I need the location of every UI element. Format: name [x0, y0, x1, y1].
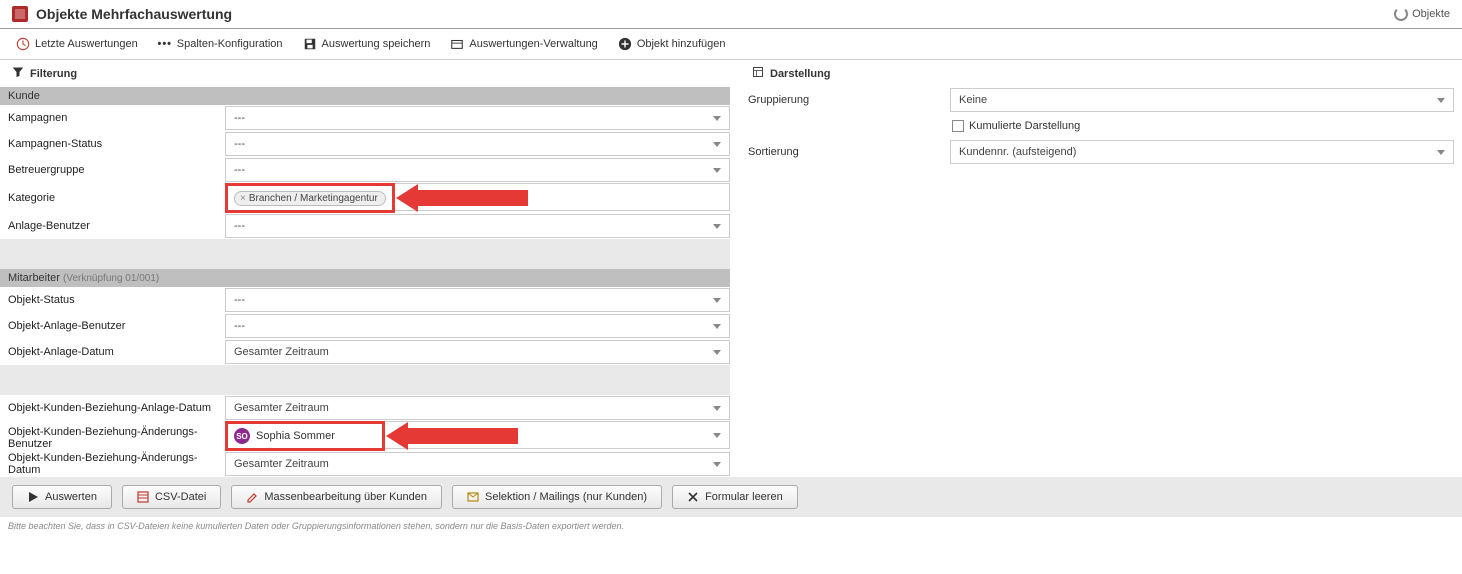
group-kunde: Kunde [0, 87, 730, 105]
label-okb-aenderungs-benutzer: Objekt-Kunden-Beziehung-Änderungs-Benutz… [0, 421, 225, 450]
select-objekt-anlage-benutzer[interactable]: --- [225, 314, 730, 338]
close-icon [687, 491, 699, 503]
refresh-icon [1394, 7, 1408, 21]
user-value: Sophia Sommer [256, 430, 335, 442]
annotation-arrow [386, 422, 518, 450]
btn-selektion[interactable]: Selektion / Mailings (nur Kunden) [452, 485, 662, 509]
label-anlage-benutzer: Anlage-Benutzer [0, 220, 225, 232]
label-objekt-anlage-benutzer: Objekt-Anlage-Benutzer [0, 320, 225, 332]
breadcrumb-label: Objekte [1412, 8, 1450, 20]
plus-circle-icon [618, 37, 632, 51]
label-kampagnen-status: Kampagnen-Status [0, 138, 225, 150]
label-objekt-status: Objekt-Status [0, 294, 225, 306]
spacer [0, 239, 730, 269]
filtering-header: Filterung [0, 60, 730, 87]
label-okb-aenderungs-datum: Objekt-Kunden-Beziehung-Änderungs-Datum [0, 452, 225, 476]
manage-icon [450, 37, 464, 51]
footer-note: Bitte beachten Sie, dass in CSV-Dateien … [0, 517, 1462, 535]
label-kampagnen: Kampagnen [0, 112, 225, 124]
select-anlage-benutzer[interactable]: --- [225, 214, 730, 238]
highlight-kategorie: × Branchen / Marketingagentur [225, 183, 395, 213]
tagbox-kategorie[interactable]: × Branchen / Marketingagentur [230, 188, 390, 208]
toolbar: Letzte Auswertungen ••• Spalten-Konfigur… [0, 29, 1462, 60]
checkbox-kumuliert[interactable] [952, 120, 964, 132]
page-header: Objekte Mehrfachauswertung Objekte [0, 0, 1462, 29]
annotation-arrow [396, 184, 528, 212]
label-kumuliert: Kumulierte Darstellung [969, 120, 1080, 132]
btn-massen[interactable]: Massenbearbeitung über Kunden [231, 485, 442, 509]
select-okb-aenderungs-datum[interactable]: Gesamter Zeitraum [225, 452, 730, 476]
dots-icon: ••• [158, 37, 172, 51]
filter-icon [12, 66, 24, 81]
page-title: Objekte Mehrfachauswertung [36, 6, 232, 22]
select-objekt-anlage-datum[interactable]: Gesamter Zeitraum [225, 340, 730, 364]
select-sortierung[interactable]: Kundennr. (aufsteigend) [950, 140, 1454, 164]
label-betreuergruppe: Betreuergruppe [0, 164, 225, 176]
toolbar-add[interactable]: Objekt hinzufügen [618, 37, 726, 51]
toolbar-recent[interactable]: Letzte Auswertungen [16, 37, 138, 51]
label-sortierung: Sortierung [740, 146, 950, 158]
edit-icon [246, 491, 258, 503]
spacer [0, 365, 730, 395]
save-icon [303, 37, 317, 51]
label-objekt-anlage-datum: Objekt-Anlage-Datum [0, 346, 225, 358]
play-icon [27, 491, 39, 503]
tag-kategorie[interactable]: × Branchen / Marketingagentur [234, 191, 386, 206]
toolbar-save[interactable]: Auswertung speichern [303, 37, 431, 51]
clock-icon [16, 37, 30, 51]
csv-icon [137, 491, 149, 503]
select-objekt-status[interactable]: --- [225, 288, 730, 312]
label-kategorie: Kategorie [0, 192, 225, 204]
group-mitarbeiter: Mitarbeiter (Verknüpfung 01/001) [0, 269, 730, 287]
highlight-user: SO Sophia Sommer [225, 421, 385, 451]
select-betreuergruppe[interactable]: --- [225, 158, 730, 182]
select-kampagnen-status[interactable]: --- [225, 132, 730, 156]
btn-csv[interactable]: CSV-Datei [122, 485, 221, 509]
action-bar: Auswerten CSV-Datei Massenbearbeitung üb… [0, 477, 1462, 517]
btn-auswerten[interactable]: Auswerten [12, 485, 112, 509]
toolbar-columns[interactable]: ••• Spalten-Konfiguration [158, 37, 283, 51]
breadcrumb-link[interactable]: Objekte [1394, 7, 1450, 21]
avatar-icon: SO [234, 428, 250, 444]
select-gruppierung[interactable]: Keine [950, 88, 1454, 112]
toolbar-manage[interactable]: Auswertungen-Verwaltung [450, 37, 597, 51]
layout-icon [752, 66, 764, 81]
btn-leeren[interactable]: Formular leeren [672, 485, 798, 509]
tag-remove-icon[interactable]: × [240, 193, 246, 204]
label-gruppierung: Gruppierung [740, 94, 950, 106]
mail-icon [467, 491, 479, 503]
app-icon [12, 6, 28, 22]
label-okb-anlage-datum: Objekt-Kunden-Beziehung-Anlage-Datum [0, 402, 225, 414]
display-header: Darstellung [740, 60, 1454, 87]
select-kampagnen[interactable]: --- [225, 106, 730, 130]
select-okb-anlage-datum[interactable]: Gesamter Zeitraum [225, 396, 730, 420]
